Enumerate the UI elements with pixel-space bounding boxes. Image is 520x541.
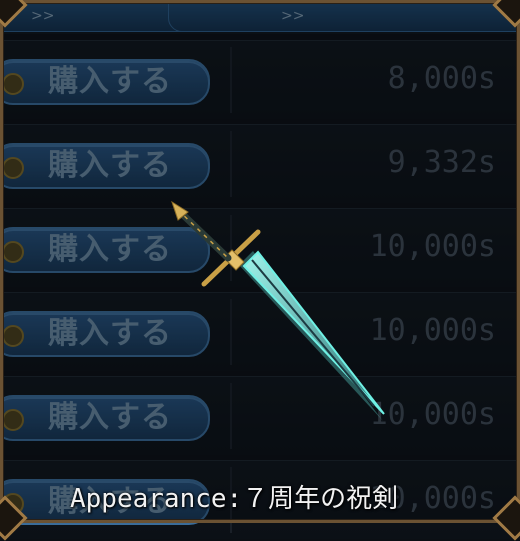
coin-icon: [2, 493, 24, 515]
price-label: 8,000s: [387, 61, 496, 96]
coin-icon: [2, 325, 24, 347]
coin-icon: [2, 409, 24, 431]
buy-button[interactable]: 購入する: [0, 59, 210, 105]
sword-icon: [171, 200, 385, 421]
column-divider: [230, 47, 232, 113]
column-divider: [230, 131, 232, 197]
coin-icon: [2, 157, 24, 179]
price-label: 9,332s: [387, 145, 496, 180]
buy-button[interactable]: 購入する: [0, 143, 210, 189]
list-item: 購入する 9,332s: [0, 124, 520, 203]
buy-button-label: 購入する: [48, 400, 172, 435]
coin-icon: [2, 73, 24, 95]
buy-button-label: 購入する: [48, 232, 172, 267]
coin-icon: [2, 241, 24, 263]
list-item: 購入する 8,000s: [0, 40, 520, 119]
buy-button-label: 購入する: [48, 64, 172, 99]
buy-button-label: 購入する: [48, 316, 172, 351]
buy-button-label: 購入する: [48, 148, 172, 183]
blade-fuller: [251, 259, 375, 407]
tab-right[interactable]: >>: [168, 0, 520, 32]
top-tab-bar: >> >>: [0, 0, 520, 34]
appearance-caption: Appearance:７周年の祝剣: [70, 484, 399, 514]
